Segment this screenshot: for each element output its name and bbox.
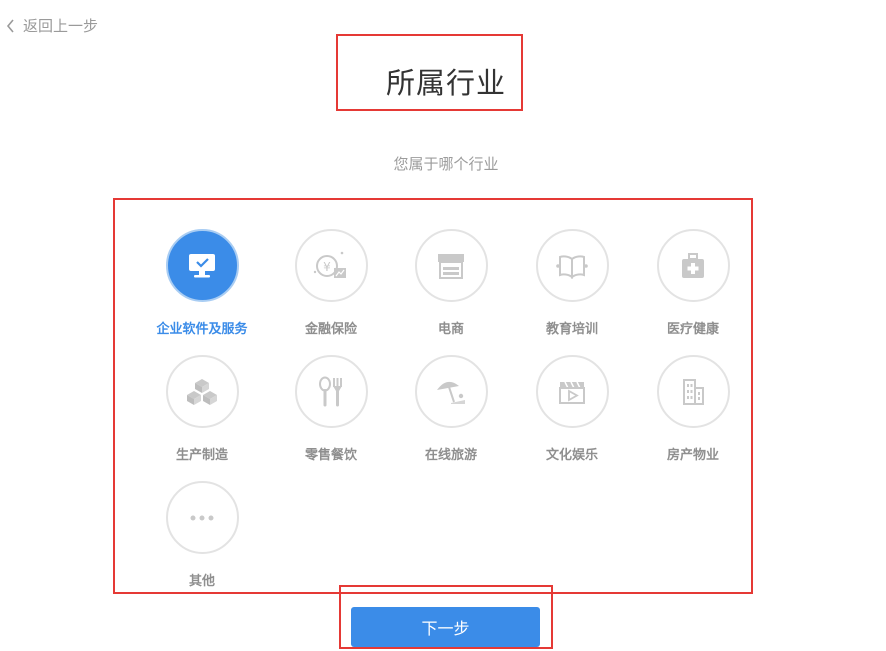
more-dots-icon (190, 515, 214, 520)
page-title: 所属行业 (386, 66, 507, 100)
industry-icon-circle: ¥ (294, 229, 368, 302)
industry-icon-circle (165, 229, 239, 302)
next-step-button[interactable]: 下一步 (351, 607, 540, 647)
industry-label: 零售餐饮 (304, 448, 357, 463)
industry-icon-circle (656, 229, 730, 302)
industry-icon-circle (414, 355, 488, 428)
industry-option-education[interactable]: 教育培训 (512, 229, 632, 337)
industry-label: 文化娱乐 (545, 448, 598, 463)
industry-icon-circle (294, 355, 368, 428)
monitor-check-icon (189, 253, 215, 277)
stacked-boxes-icon (187, 378, 217, 405)
industry-icon-circle (535, 229, 609, 302)
industry-label: 电商 (437, 322, 464, 337)
industry-label: 企业软件及服务 (156, 322, 248, 337)
industry-option-travel[interactable]: 在线旅游 (391, 355, 511, 463)
industry-icon-circle (165, 355, 239, 428)
medical-kit-icon (682, 252, 704, 278)
video-clapper-icon (559, 381, 585, 404)
beach-umbrella-icon (437, 381, 465, 404)
building-icon (683, 378, 704, 405)
back-link-label: 返回上一步 (23, 17, 99, 35)
industry-label: 生产制造 (175, 448, 228, 463)
industry-icon-circle (414, 229, 488, 302)
back-link[interactable]: 返回上一步 (6, 15, 98, 36)
industry-icon-circle (165, 481, 239, 554)
chevron-left-icon (6, 18, 14, 33)
industry-label: 教育培训 (545, 322, 598, 337)
industry-icon-circle (535, 355, 609, 428)
industry-selection-page: 返回上一步 所属行业 您属于哪个行业 企业软件及服务 ¥ 金融保险 电商 教育培… (0, 0, 886, 651)
industry-option-culture-entertainment[interactable]: 文化娱乐 (512, 355, 632, 463)
industry-option-enterprise-software[interactable]: 企业软件及服务 (142, 229, 262, 337)
industry-label: 医疗健康 (666, 322, 719, 337)
industry-label: 金融保险 (304, 322, 357, 337)
finance-coin-icon: ¥ (313, 251, 346, 278)
industry-label: 在线旅游 (424, 448, 477, 463)
industry-label: 其他 (188, 574, 215, 589)
spoon-fork-icon (319, 376, 342, 406)
open-book-icon (556, 254, 588, 279)
industry-option-healthcare[interactable]: 医疗健康 (633, 229, 753, 337)
svg-text:¥: ¥ (323, 260, 331, 274)
industry-icon-circle (656, 355, 730, 428)
industry-option-manufacturing[interactable]: 生产制造 (142, 355, 262, 463)
storefront-icon (438, 253, 464, 279)
page-subtitle: 您属于哪个行业 (393, 155, 499, 173)
industry-option-other[interactable]: 其他 (142, 481, 262, 589)
industry-option-retail-dining[interactable]: 零售餐饮 (271, 355, 391, 463)
industry-option-real-estate[interactable]: 房产物业 (633, 355, 753, 463)
industry-option-finance[interactable]: ¥ 金融保险 (271, 229, 391, 337)
industry-option-ecommerce[interactable]: 电商 (391, 229, 511, 337)
industry-label: 房产物业 (666, 448, 719, 463)
